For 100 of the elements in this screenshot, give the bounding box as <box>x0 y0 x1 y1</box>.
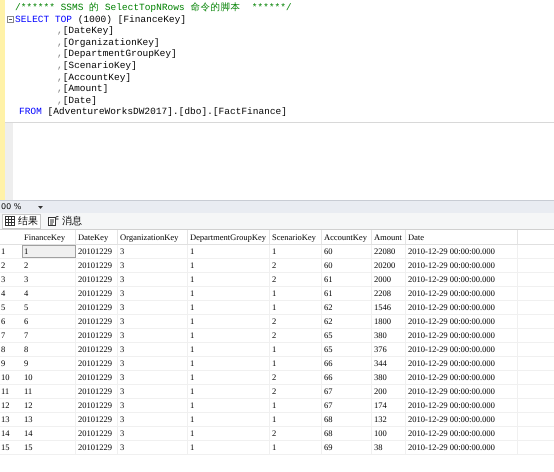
table-cell: 20101229 <box>76 385 118 398</box>
table-cell: 20101229 <box>76 413 118 426</box>
table-cell: 1 <box>270 357 322 370</box>
table-cell: 1800 <box>372 315 406 328</box>
table-cell: 20101229 <box>76 371 118 384</box>
table-cell: 380 <box>372 371 406 384</box>
row-number[interactable]: 2 <box>0 259 22 272</box>
table-cell: 3 <box>118 427 188 440</box>
table-cell: 20200 <box>372 259 406 272</box>
table-cell: 1 <box>188 329 270 342</box>
table-cell: 20101229 <box>76 245 118 258</box>
code-line: /****** SSMS 的 SelectTopNRows 命令的脚本 ******/ <box>15 2 292 14</box>
code-line: FROM [AdventureWorksDW2017].[dbo].[FactFinance] <box>19 106 287 118</box>
table-cell: 1 <box>188 259 270 272</box>
collapse-icon[interactable] <box>7 16 14 23</box>
table-cell: 1 <box>188 245 270 258</box>
table-cell: 2010-12-29 00:00:00.000 <box>406 427 518 440</box>
row-number[interactable]: 3 <box>0 273 22 286</box>
table-cell: 1 <box>188 385 270 398</box>
column-header[interactable]: Amount <box>372 230 406 244</box>
message-icon <box>48 216 59 226</box>
row-number[interactable]: 9 <box>0 357 22 370</box>
table-cell: 65 <box>322 329 372 342</box>
table-cell: 1 <box>270 413 322 426</box>
dropdown-caret-icon[interactable] <box>38 206 43 208</box>
table-cell: 1 <box>188 301 270 314</box>
column-header[interactable]: ScenarioKey <box>270 230 322 244</box>
table-cell: 1 <box>270 245 322 258</box>
table-cell: 2 <box>270 385 322 398</box>
table-cell: 60 <box>322 259 372 272</box>
table-cell: 9 <box>22 357 76 370</box>
table-cell: 2 <box>270 273 322 286</box>
column-header[interactable]: FinanceKey <box>22 230 76 244</box>
zoom-field[interactable]: 00 % <box>0 201 38 213</box>
row-number[interactable]: 6 <box>0 315 22 328</box>
row-number[interactable]: 12 <box>0 399 22 412</box>
row-number[interactable]: 11 <box>0 385 22 398</box>
code-line: ,[Amount] <box>57 83 108 95</box>
table-cell: 1 <box>188 343 270 356</box>
table-cell: 132 <box>372 413 406 426</box>
table-cell: 200 <box>372 385 406 398</box>
table-cell: 60 <box>322 245 372 258</box>
row-number[interactable]: 8 <box>0 343 22 356</box>
table-cell: 61 <box>322 273 372 286</box>
table-cell: 100 <box>372 427 406 440</box>
table-cell: 1 <box>188 273 270 286</box>
result-tab[interactable]: 结果 <box>2 214 41 228</box>
table-cell: 4 <box>22 287 76 300</box>
table-cell: 2010-12-29 00:00:00.000 <box>406 259 518 272</box>
table-cell: 2 <box>270 427 322 440</box>
table-cell: 20101229 <box>76 441 118 454</box>
table-cell: 13 <box>22 413 76 426</box>
table-cell: 62 <box>322 301 372 314</box>
result-tab[interactable]: 消息 <box>45 214 85 228</box>
table-cell: 68 <box>322 427 372 440</box>
table-cell: 12 <box>22 399 76 412</box>
table-cell: 2010-12-29 00:00:00.000 <box>406 399 518 412</box>
table-cell: 22080 <box>372 245 406 258</box>
table-cell: 1 <box>22 245 76 258</box>
table-cell: 2010-12-29 00:00:00.000 <box>406 301 518 314</box>
table-cell: 2010-12-29 00:00:00.000 <box>406 287 518 300</box>
table-cell: 65 <box>322 343 372 356</box>
grid-icon <box>5 216 15 226</box>
table-cell: 3 <box>118 413 188 426</box>
code-line: ,[DepartmentGroupKey] <box>57 48 177 60</box>
row-number[interactable]: 15 <box>0 441 22 454</box>
table-cell: 2010-12-29 00:00:00.000 <box>406 273 518 286</box>
column-header[interactable]: AccountKey <box>322 230 372 244</box>
row-number[interactable]: 5 <box>0 301 22 314</box>
table-cell: 3 <box>22 273 76 286</box>
table-cell: 1 <box>270 343 322 356</box>
table-cell: 1 <box>270 287 322 300</box>
column-header[interactable]: Date <box>406 230 518 244</box>
column-header[interactable]: DepartmentGroupKey <box>188 230 270 244</box>
table-cell: 2010-12-29 00:00:00.000 <box>406 357 518 370</box>
table-cell: 20101229 <box>76 399 118 412</box>
row-number[interactable]: 10 <box>0 371 22 384</box>
table-cell: 2010-12-29 00:00:00.000 <box>406 315 518 328</box>
table-cell: 2010-12-29 00:00:00.000 <box>406 371 518 384</box>
column-header[interactable]: DateKey <box>76 230 118 244</box>
table-cell: 1 <box>188 427 270 440</box>
row-number[interactable]: 4 <box>0 287 22 300</box>
table-cell: 3 <box>118 245 188 258</box>
table-cell: 3 <box>118 273 188 286</box>
column-header[interactable]: OrganizationKey <box>118 230 188 244</box>
row-number[interactable]: 13 <box>0 413 22 426</box>
row-number[interactable]: 1 <box>0 245 22 258</box>
table-cell: 2 <box>270 371 322 384</box>
table-cell: 380 <box>372 329 406 342</box>
row-number[interactable]: 7 <box>0 329 22 342</box>
table-cell: 1 <box>188 287 270 300</box>
row-number[interactable]: 14 <box>0 427 22 440</box>
table-cell: 2208 <box>372 287 406 300</box>
table-cell: 20101229 <box>76 301 118 314</box>
table-cell: 2 <box>270 315 322 328</box>
table-cell: 3 <box>118 287 188 300</box>
table-cell: 3 <box>118 441 188 454</box>
table-cell: 2 <box>22 259 76 272</box>
table-cell: 20101229 <box>76 315 118 328</box>
table-cell: 2010-12-29 00:00:00.000 <box>406 413 518 426</box>
